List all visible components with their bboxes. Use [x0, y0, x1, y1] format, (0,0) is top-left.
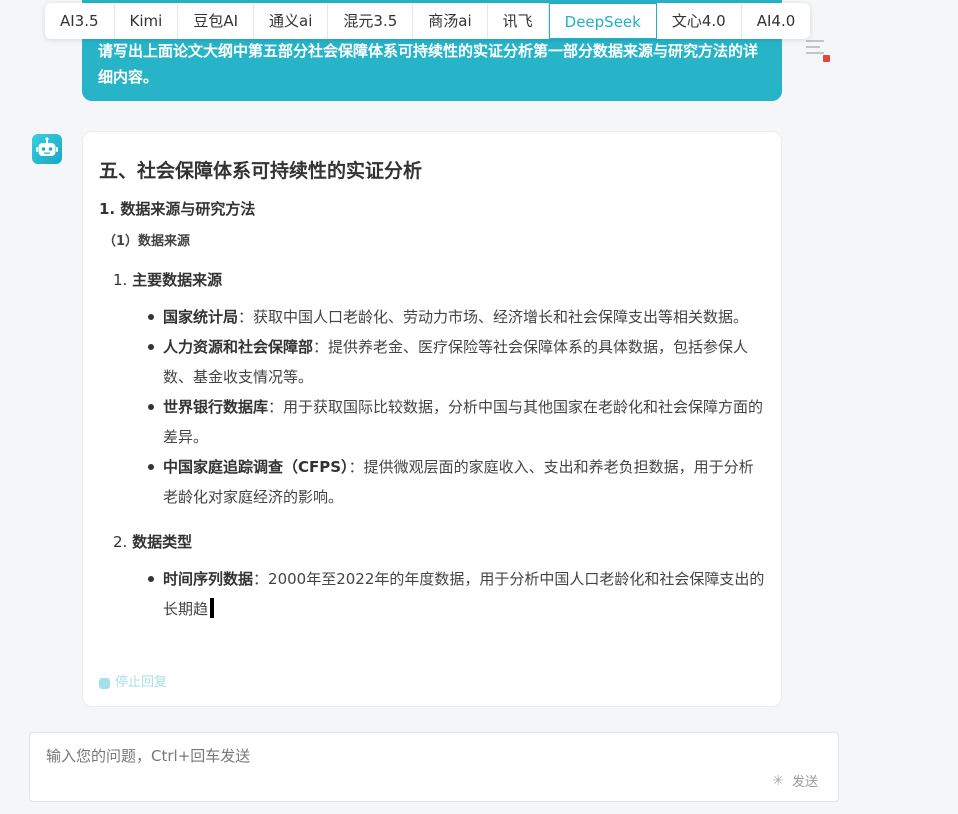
- source-list: 国家统计局：获取中国人口老龄化、劳动力市场、经济增长和社会保障支出等相关数据。 …: [113, 302, 765, 512]
- section-data-types: 2. 数据类型 时间序列数据：2000年至2022年的年度数据，用于分析中国人口…: [99, 530, 765, 624]
- section-main-sources: 1. 主要数据来源 国家统计局：获取中国人口老龄化、劳动力市场、经济增长和社会保…: [99, 268, 765, 512]
- answer-subtitle: 1. 数据来源与研究方法: [99, 200, 256, 218]
- chat-input-box: ✳ 发送: [29, 732, 839, 802]
- list-item: 中国家庭追踪调查（CFPS）：提供微观层面的家庭收入、支出和养老负担数据，用于分…: [143, 452, 765, 512]
- tab-wenxin[interactable]: 文心4.0: [657, 3, 742, 39]
- data-type-list: 时间序列数据：2000年至2022年的年度数据，用于分析中国人口老龄化和社会保障…: [113, 564, 765, 624]
- bot-avatar: [32, 134, 62, 164]
- list-item: 时间序列数据：2000年至2022年的年度数据，用于分析中国人口老龄化和社会保障…: [143, 564, 765, 624]
- list-item: 国家统计局：获取中国人口老龄化、劳动力市场、经济增长和社会保障支出等相关数据。: [143, 302, 765, 332]
- item-term: 中国家庭追踪调查（CFPS）: [163, 458, 349, 476]
- item-term: 人力资源和社会保障部: [163, 338, 314, 356]
- user-avatar: [804, 38, 830, 62]
- section-label: 数据类型: [132, 533, 193, 551]
- question-input[interactable]: [44, 743, 748, 773]
- chat-page: 请写出上面论文大纲中第五部分社会保障体系可持续性的实证分析第一部分数据来源与研究…: [0, 0, 958, 814]
- tab-shangtang[interactable]: 商汤ai: [413, 3, 488, 39]
- item-term: 时间序列数据: [163, 570, 254, 588]
- loading-spinner-icon: ✳: [772, 772, 784, 789]
- item-text: 获取中国人口老龄化、劳动力市场、经济增长和社会保障支出等相关数据。: [253, 308, 749, 326]
- item-term: 世界银行数据库: [163, 398, 269, 416]
- send-button[interactable]: ✳ 发送: [772, 771, 818, 791]
- robot-icon: [36, 137, 58, 156]
- tab-doubao[interactable]: 豆包AI: [178, 3, 255, 39]
- stop-reply-button[interactable]: 停止回复: [99, 675, 167, 691]
- stop-reply-label: 停止回复: [115, 675, 168, 690]
- stop-icon: [99, 677, 110, 689]
- user-avatar-badge: [823, 55, 830, 62]
- tab-kimi[interactable]: Kimi: [115, 3, 179, 39]
- item-term: 国家统计局: [163, 308, 239, 326]
- model-tab-bar: AI3.5 Kimi 豆包AI 通义ai 混元3.5 商汤ai 讯飞 DeepS…: [45, 3, 811, 39]
- section-number: 1.: [113, 271, 128, 289]
- tab-ai40[interactable]: AI4.0: [742, 3, 811, 39]
- tab-deepseek[interactable]: DeepSeek: [548, 3, 657, 39]
- tab-tongyi[interactable]: 通义ai: [254, 3, 329, 39]
- list-item: 人力资源和社会保障部：提供养老金、医疗保险等社会保障体系的具体数据，包括参保人数…: [143, 332, 765, 392]
- tab-xunfei[interactable]: 讯飞: [488, 3, 549, 39]
- user-message-text: 请写出上面论文大纲中第五部分社会保障体系可持续性的实证分析第一部分数据来源与研究…: [98, 42, 759, 86]
- section-label: 主要数据来源: [132, 271, 223, 289]
- typing-cursor: [210, 598, 215, 618]
- send-label: 发送: [791, 775, 818, 790]
- section-heading: 1. 主要数据来源: [113, 268, 765, 292]
- section-heading: 2. 数据类型: [113, 530, 765, 554]
- section-number: 2.: [113, 533, 128, 551]
- tab-ai35[interactable]: AI3.5: [45, 3, 115, 39]
- tab-hunyuan[interactable]: 混元3.5: [328, 3, 414, 39]
- answer-subsection: （1）数据来源: [103, 234, 191, 249]
- list-item: 世界银行数据库：用于获取国际比较数据，分析中国与其他国家在老龄化和社会保障方面的…: [143, 392, 765, 452]
- answer-title: 五、社会保障体系可持续性的实证分析: [99, 160, 423, 182]
- answer-card: 五、社会保障体系可持续性的实证分析 1. 数据来源与研究方法 （1）数据来源 1…: [82, 131, 782, 707]
